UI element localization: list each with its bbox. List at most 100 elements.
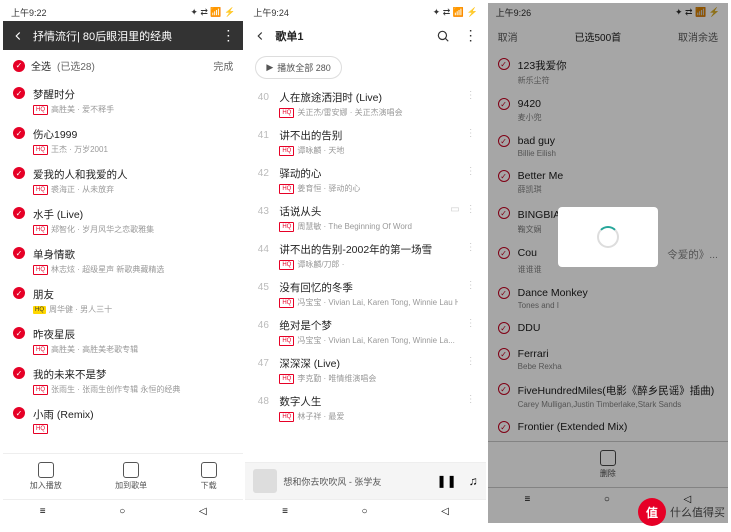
list-item[interactable]: 42驿动的心HQ姜育恒 · 驿动的心⋮ (245, 161, 485, 199)
more-icon[interactable]: ⋮ (466, 356, 476, 367)
list-item[interactable]: ✓爱我的人和我爱的人HQ裘海正 · 从未放弃 (3, 161, 243, 201)
song-subtitle: HQ冯宝宝 · Vivian Lai, Karen Tong, Winnie L… (279, 297, 457, 308)
list-item[interactable]: ✓朋友HQ周华健 · 男人三十 (3, 281, 243, 321)
check-icon: ✓ (13, 167, 25, 179)
more-icon[interactable]: ⋮ (464, 27, 478, 44)
list-item[interactable]: 44讲不出的告别-2002年的第一场雪HQ谭咏麟/刀郎 · ⋮ (245, 237, 485, 275)
more-icon[interactable]: ⋮ (466, 166, 476, 177)
more-icon[interactable]: ⋮ (466, 318, 476, 329)
more-icon[interactable]: ⋮ (466, 394, 476, 405)
list-item[interactable]: ✓伤心1999HQ王杰 · 万岁2001 (3, 121, 243, 161)
list-item[interactable]: ✓小雨 (Remix)HQ (3, 401, 243, 440)
song-title: 我的未来不是梦 (33, 367, 233, 382)
watermark-text: 什么值得买 (670, 504, 725, 520)
song-list: ✓梦醒时分HQ高胜美 · 爱不释手✓伤心1999HQ王杰 · 万岁2001✓爱我… (3, 81, 243, 453)
list-item[interactable]: 45没有回忆的冬季HQ冯宝宝 · Vivian Lai, Karen Tong,… (245, 275, 485, 313)
add-to-play-button[interactable]: 加入播放 (30, 462, 62, 491)
selected-count: (已选28) (57, 58, 95, 73)
now-playing-bar[interactable]: 想和你去吹吹风 - 张学友 ❚❚ ♫ (245, 462, 485, 499)
song-title: 没有回忆的冬季 (279, 280, 457, 295)
hq-badge: HQ (33, 424, 48, 434)
play-icon: ▶ (266, 62, 273, 73)
nav-home-icon[interactable]: ○ (119, 506, 125, 517)
back-icon[interactable] (253, 29, 267, 43)
nav-home-icon[interactable]: ○ (362, 506, 368, 517)
bottom-bar: 加入播放 加到歌单 下载 (3, 453, 243, 499)
track-number: 47 (255, 356, 271, 369)
song-title: 讲不出的告别 (279, 128, 457, 143)
list-item[interactable]: 46绝对是个梦HQ冯宝宝 · Vivian Lai, Karen Tong, W… (245, 313, 485, 351)
track-number: 46 (255, 318, 271, 331)
back-icon[interactable] (11, 29, 25, 43)
more-icon[interactable]: ⋮ (466, 90, 476, 101)
download-button[interactable]: 下载 (201, 462, 217, 491)
list-item[interactable]: ✓单身情歌HQ林志炫 · 超级星声 新歌典藏精选 (3, 241, 243, 281)
check-icon: ✓ (13, 407, 25, 419)
select-all-label: 全选 (31, 58, 51, 73)
screen-1: 上午9:22 ✦ ⇄ 📶 ⚡ 抒情流行| 80后眼泪里的经典 ⋮ ✓ 全选 (已… (3, 3, 243, 523)
track-number: 40 (255, 90, 271, 103)
queue-icon[interactable]: ♫ (469, 474, 478, 488)
check-icon: ✓ (13, 127, 25, 139)
done-button[interactable]: 完成 (213, 58, 233, 73)
list-item[interactable]: ✓昨夜星辰HQ高胜美 · 高胜美老歌专辑 (3, 321, 243, 361)
hq-badge: HQ (33, 265, 48, 275)
list-item[interactable]: ✓水手 (Live)HQ郑智化 · 岁月风华之恋歌雅集 (3, 201, 243, 241)
hq-badge: HQ (33, 145, 48, 155)
add-to-list-button[interactable]: 加到歌单 (115, 462, 147, 491)
search-icon[interactable] (436, 29, 450, 43)
track-number: 48 (255, 394, 271, 407)
song-list: 40人在旅途洒泪时 (Live)HQ关正杰/雷安娜 · 关正杰演唱会⋮41讲不出… (245, 85, 485, 462)
nav-menu-icon[interactable]: ≡ (40, 506, 46, 517)
check-icon: ✓ (13, 87, 25, 99)
nav-back-icon[interactable]: ◁ (199, 506, 207, 517)
hq-badge: HQ (33, 185, 48, 195)
nav-bar: ≡ ○ ◁ (3, 499, 243, 523)
hq-badge: HQ (279, 412, 294, 422)
song-subtitle: HQ周华健 · 男人三十 (33, 304, 233, 315)
mv-icon[interactable]: ▭ (450, 204, 459, 215)
hq-badge: HQ (279, 260, 294, 270)
header-title: 抒情流行| 80后眼泪里的经典 (33, 28, 213, 44)
status-bar: 上午9:22 ✦ ⇄ 📶 ⚡ (3, 3, 243, 21)
song-subtitle: HQ李克勤 · 唯情维演唱会 (279, 373, 457, 384)
hq-badge: HQ (279, 374, 294, 384)
more-icon[interactable]: ⋮ (466, 204, 476, 215)
list-item[interactable]: 40人在旅途洒泪时 (Live)HQ关正杰/雷安娜 · 关正杰演唱会⋮ (245, 85, 485, 123)
hq-badge: HQ (279, 146, 294, 156)
track-number: 41 (255, 128, 271, 141)
list-icon (123, 462, 139, 478)
list-item[interactable]: ✓我的未来不是梦HQ张雨生 · 张雨生创作专辑 永恒的经典 (3, 361, 243, 401)
check-icon: ✓ (13, 60, 25, 72)
header: 抒情流行| 80后眼泪里的经典 ⋮ (3, 21, 243, 50)
list-item[interactable]: 43话说从头HQ周慧敏 · The Beginning Of Word▭⋮ (245, 199, 485, 237)
list-item[interactable]: 47深深深 (Live)HQ李克勤 · 唯情维演唱会⋮ (245, 351, 485, 389)
list-item[interactable]: 41讲不出的告别HQ谭咏麟 · 天地⋮ (245, 123, 485, 161)
more-icon[interactable]: ⋮ (466, 280, 476, 291)
nav-menu-icon[interactable]: ≡ (282, 506, 288, 517)
select-all-row[interactable]: ✓ 全选 (已选28) 完成 (3, 50, 243, 81)
more-icon[interactable]: ⋮ (466, 128, 476, 139)
hq-badge: HQ (279, 222, 294, 232)
song-subtitle: HQ裘海正 · 从未放弃 (33, 184, 233, 195)
hq-badge: HQ (33, 105, 48, 115)
nav-back-icon[interactable]: ◁ (441, 506, 449, 517)
list-item[interactable]: 48数字人生HQ林子祥 · 最爱⋮ (245, 389, 485, 427)
song-title: 驿动的心 (279, 166, 457, 181)
song-subtitle: HQ林子祥 · 最爱 (279, 411, 457, 422)
check-icon: ✓ (13, 327, 25, 339)
play-all-button[interactable]: ▶ 播放全部 280 (255, 56, 341, 79)
check-icon: ✓ (13, 207, 25, 219)
header: 歌单1 ⋮ (245, 21, 485, 50)
hq-badge: HQ (33, 385, 48, 395)
song-title: 人在旅途洒泪时 (Live) (279, 90, 457, 105)
more-icon[interactable]: ⋮ (221, 27, 235, 44)
song-title: 朋友 (33, 287, 233, 302)
nav-bar: ≡ ○ ◁ (245, 499, 485, 523)
more-icon[interactable]: ⋮ (466, 242, 476, 253)
hq-badge: HQ (33, 306, 46, 314)
list-item[interactable]: ✓梦醒时分HQ高胜美 · 爱不释手 (3, 81, 243, 121)
pause-icon[interactable]: ❚❚ (437, 474, 457, 488)
song-title: 水手 (Live) (33, 207, 233, 222)
song-title: 单身情歌 (33, 247, 233, 262)
